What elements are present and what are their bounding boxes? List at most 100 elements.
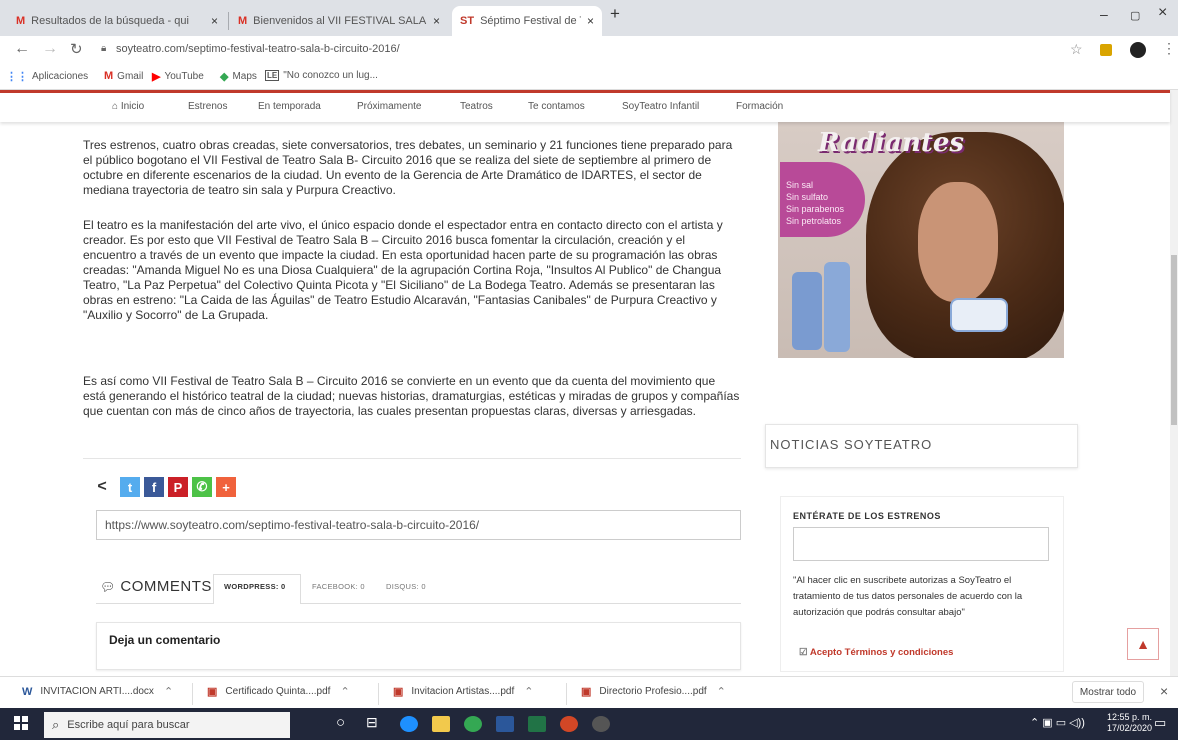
download-item[interactable]: ▣ Invitacion Artistas....pdf ⌃ (393, 685, 533, 698)
scrollbar-thumb[interactable] (1171, 255, 1177, 425)
divider (83, 458, 741, 459)
youtube-icon: ▶ (152, 71, 161, 83)
article-paragraph-2: El teatro es la manifestación del arte v… (83, 218, 723, 322)
bookmark-gmail[interactable]: M Gmail (104, 70, 143, 82)
tab-wordpress[interactable]: WORDPRESS: 0 (224, 582, 286, 591)
nav-te-contamos[interactable]: Te contamos (528, 101, 585, 112)
newsletter-form: ENTÉRATE DE LOS ESTRENOS "Al hacer clic … (780, 496, 1064, 672)
taskbar-search-field[interactable]: ⌕ Escribe aquí para buscar (44, 712, 290, 738)
chevron-up-icon[interactable]: ⌃ (717, 685, 726, 698)
comments-title: 💬︎ COMMENTS (100, 578, 212, 595)
newsletter-email-field[interactable] (793, 527, 1049, 561)
word-icon[interactable] (496, 716, 514, 732)
download-item[interactable]: ▣ Certificado Quinta....pdf ⌃ (207, 685, 350, 698)
bookmark-label: Gmail (117, 70, 144, 82)
gmail-icon: M (238, 15, 248, 27)
chrome-icon[interactable] (464, 716, 482, 732)
download-item[interactable]: W INVITACION ARTI....docx ⌃ (22, 685, 173, 699)
share-icon[interactable]: < (92, 477, 112, 497)
advertisement-banner[interactable]: Radiantes Sin sal Sin sulfato Sin parabe… (778, 122, 1064, 358)
bookmark-apps[interactable]: ⋮⋮ Aplicaciones (6, 70, 88, 83)
close-downloads-icon[interactable]: × (1160, 683, 1168, 699)
forward-arrow-icon[interactable]: → (42, 40, 58, 58)
browser-toolbar: ← → ↻ 🔒︎ soyteatro.com/septimo-festival-… (0, 36, 1178, 64)
apps-grid-icon: ⋮⋮ (6, 71, 28, 83)
download-filename: Invitacion Artistas....pdf (411, 686, 515, 697)
download-item[interactable]: ▣ Directorio Profesio....pdf ⌃ (581, 685, 726, 698)
maps-icon: ◆ (220, 71, 229, 83)
close-tab-icon[interactable]: × (587, 14, 594, 28)
nav-en-temporada[interactable]: En temporada (258, 101, 321, 112)
whatsapp-icon[interactable]: ✆ (192, 477, 212, 497)
nav-inicio[interactable]: ⌂ Inicio (112, 101, 144, 112)
close-window-button[interactable]: × (1158, 4, 1167, 22)
facebook-icon[interactable]: f (144, 477, 164, 497)
gmail-icon: M (16, 15, 26, 27)
taskbar-clock[interactable]: 12:55 p. m. 17/02/2020 (1107, 712, 1152, 734)
new-tab-button[interactable]: + (610, 4, 620, 24)
browser-tab[interactable]: M Resultados de la búsqueda - qui × (8, 6, 226, 36)
nav-estrenos[interactable]: Estrenos (188, 101, 227, 112)
browser-tab[interactable]: M Bienvenidos al VII FESTIVAL SALA × (230, 6, 448, 36)
minimize-button[interactable]: – (1100, 6, 1108, 22)
chevron-up-icon[interactable]: ⌃ (340, 685, 349, 698)
article-paragraph-1: Tres estrenos, cuatro obras creadas, sie… (83, 138, 733, 197)
close-tab-icon[interactable]: × (433, 14, 440, 28)
share-url-field[interactable]: https://www.soyteatro.com/septimo-festiv… (96, 510, 741, 540)
nav-proximamente[interactable]: Próximamente (357, 101, 421, 112)
settings-icon[interactable] (592, 716, 610, 732)
system-tray-icons[interactable]: ⌃ ▣ ▭ ◁)) (1030, 716, 1085, 729)
show-all-downloads-button[interactable]: Mostrar todo (1072, 681, 1144, 703)
scroll-to-top-button[interactable]: ▲ (1127, 628, 1159, 660)
pdf-icon: ▣ (393, 686, 404, 698)
tab-disqus[interactable]: DISQUS: 0 (386, 582, 426, 591)
product-jar (950, 298, 1008, 332)
sidebar-news-title: NOTICIAS SOYTEATRO (770, 437, 933, 452)
clock-date: 17/02/2020 (1107, 723, 1153, 733)
chevron-up-icon: ▲ (1136, 636, 1150, 652)
bookmark-maps[interactable]: ◆ Maps (220, 70, 257, 83)
comments-header: 💬︎ COMMENTS WORDPRESS: 0 FACEBOOK: 0 DIS… (96, 574, 741, 604)
terms-checkbox[interactable]: ☑ Acepto Términos y condiciones (799, 647, 953, 658)
profile-avatar[interactable] (1130, 42, 1146, 58)
browser-tab-active[interactable]: ST Séptimo Festival de Teatro Sala × (452, 6, 602, 36)
reload-icon[interactable]: ↻ (70, 40, 83, 58)
file-explorer-icon[interactable] (432, 716, 450, 732)
site-navigation: ⌂ Inicio Estrenos En temporada Próximame… (0, 90, 1170, 122)
ad-line: Sin petrolatos (786, 216, 842, 226)
ad-title: Radiantes (818, 128, 965, 158)
tab-title: Bienvenidos al VII FESTIVAL SALA (253, 15, 427, 27)
maximize-button[interactable]: ▢ (1130, 9, 1140, 22)
chevron-up-icon[interactable]: ⌃ (524, 685, 533, 698)
edge-icon[interactable] (400, 716, 418, 732)
twitter-icon[interactable]: t (120, 477, 140, 497)
ad-line: Sin sal (786, 180, 814, 190)
tab-facebook[interactable]: FACEBOOK: 0 (312, 582, 365, 591)
tab-title: Séptimo Festival de Teatro Sala (480, 15, 581, 27)
comment-bubble-icon: 💬︎ (100, 580, 116, 594)
nav-teatros[interactable]: Teatros (460, 101, 493, 112)
address-bar[interactable]: soyteatro.com/septimo-festival-teatro-sa… (116, 43, 400, 55)
bookmark-le[interactable]: LE "No conozco un lug... (265, 70, 378, 81)
more-share-icon[interactable]: + (216, 477, 236, 497)
search-icon: ⌕ (52, 717, 60, 732)
notifications-icon[interactable]: ▭ (1154, 715, 1166, 731)
task-view-icon[interactable]: ⊟ (366, 714, 378, 731)
windows-start-icon[interactable] (14, 716, 28, 730)
leave-comment-panel: Deja un comentario (96, 622, 741, 670)
bookmark-youtube[interactable]: ▶ YouTube (152, 70, 204, 83)
star-bookmark-icon[interactable]: ☆ (1070, 41, 1083, 58)
nav-formacion[interactable]: Formación (736, 101, 783, 112)
back-arrow-icon[interactable]: ← (14, 40, 30, 58)
nav-soyteatro-infantil[interactable]: SoyTeatro Infantil (622, 101, 699, 112)
menu-kebab-icon[interactable]: ⋮ (1162, 40, 1176, 57)
cortana-icon[interactable]: ○ (336, 714, 345, 731)
pinterest-icon[interactable]: P (168, 477, 188, 497)
excel-icon[interactable] (528, 716, 546, 732)
extension-icon[interactable] (1100, 44, 1112, 56)
ad-line: Sin parabenos (786, 204, 845, 214)
home-icon: ⌂ (112, 101, 119, 112)
chevron-up-icon[interactable]: ⌃ (164, 685, 173, 698)
app-icon[interactable] (560, 716, 578, 732)
close-tab-icon[interactable]: × (211, 14, 218, 28)
